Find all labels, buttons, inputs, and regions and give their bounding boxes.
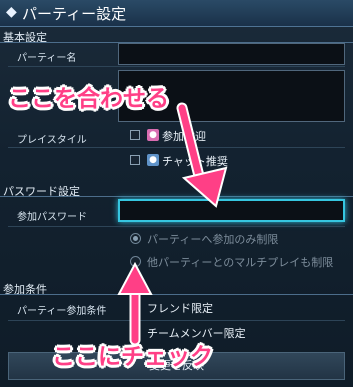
arrow-to-password-field [176, 102, 228, 208]
arrow-to-radio [117, 261, 153, 346]
annotation-top: ここを合わせる [8, 86, 169, 112]
annotation-arrows [117, 102, 228, 346]
annotation-bottom: ここにチェック [52, 344, 213, 370]
party-settings-window: ◆ パーティー設定 基本設定 パーティー名 プレイスタイル ● 参加歓迎 ● チ… [0, 0, 353, 387]
